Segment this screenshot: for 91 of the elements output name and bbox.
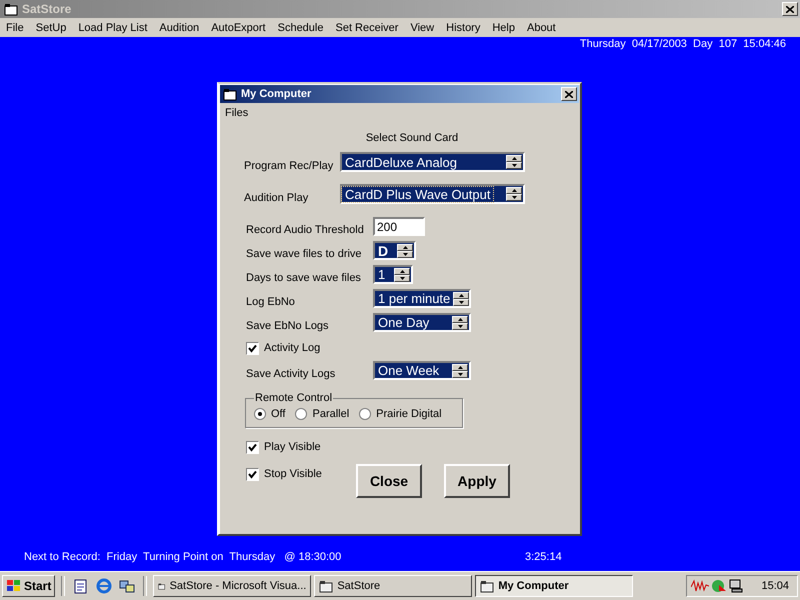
- checkbox-label: Play Visible: [264, 441, 321, 453]
- down-arrow-icon: [458, 300, 464, 304]
- close-icon: [565, 90, 573, 98]
- down-arrow-icon: [402, 252, 408, 256]
- spin-up-button[interactable]: [506, 187, 522, 194]
- sound-card-selector[interactable]: CardDeluxe Analog: [340, 152, 525, 172]
- timer-text: 3:25:14: [525, 551, 562, 563]
- checkbox-label: Activity Log: [264, 342, 320, 354]
- radio-button[interactable]: [359, 408, 372, 420]
- spin-up-button[interactable]: [453, 292, 470, 298]
- menu-item[interactable]: Audition: [159, 22, 200, 34]
- field-label: Save Activity Logs: [246, 368, 336, 380]
- menu-item[interactable]: Help: [492, 22, 515, 34]
- up-arrow-icon: [512, 189, 516, 192]
- folder-icon: [4, 2, 18, 16]
- taskbar-button[interactable]: My Computer: [475, 575, 634, 597]
- sound-card-selector[interactable]: CardD Plus Wave Output: [340, 184, 525, 204]
- folder-icon: [223, 88, 237, 100]
- field-label: Program Rec/Play: [244, 160, 334, 172]
- up-arrow-icon: [458, 318, 462, 320]
- menu-item[interactable]: SetUp: [36, 22, 66, 34]
- menu-item[interactable]: File: [6, 22, 24, 34]
- close-button[interactable]: [782, 2, 798, 16]
- up-arrow-icon: [400, 270, 405, 272]
- notepad-icon[interactable]: [73, 578, 90, 594]
- close-button[interactable]: [561, 87, 577, 101]
- menu-item[interactable]: Files: [225, 107, 248, 119]
- tray-clock: 15:04: [761, 580, 789, 592]
- up-arrow-icon: [512, 157, 516, 160]
- field-label: Days to save wave files: [246, 272, 362, 284]
- spin-down-button[interactable]: [506, 162, 522, 169]
- menu-item[interactable]: About: [526, 22, 556, 34]
- checkbox[interactable]: [246, 440, 259, 454]
- down-arrow-icon: [512, 196, 516, 199]
- spin-up-button[interactable]: [394, 268, 410, 274]
- spin-selector[interactable]: 1: [373, 265, 414, 284]
- windows-flag-icon: [6, 579, 22, 593]
- radio-button[interactable]: [254, 408, 266, 420]
- field-label: Save wave files to drive: [246, 248, 363, 260]
- taskbar-button[interactable]: SatStore: [314, 575, 472, 597]
- radio-button[interactable]: [295, 408, 308, 420]
- dialog-button[interactable]: Apply: [444, 464, 510, 498]
- field-label: Audition Play: [244, 192, 310, 204]
- down-arrow-icon: [400, 276, 405, 280]
- down-arrow-icon: [458, 324, 462, 328]
- group-title: Remote Control: [254, 392, 334, 404]
- field-label: Save EbNo Logs: [246, 320, 330, 332]
- menu-item[interactable]: AutoExport: [211, 22, 266, 34]
- field-label: Record Audio Threshold: [246, 224, 365, 236]
- menu-item[interactable]: Set Receiver: [335, 22, 398, 34]
- up-arrow-icon: [402, 246, 408, 248]
- spin-selector[interactable]: One Day: [373, 313, 471, 332]
- menu-item[interactable]: History: [446, 22, 480, 34]
- radio-label: Prairie Digital: [376, 408, 442, 420]
- dialog-title: My Computer: [241, 88, 312, 100]
- browser-icon[interactable]: [96, 578, 112, 594]
- checkbox[interactable]: [246, 468, 259, 480]
- taskbar-button[interactable]: SatStore - Microsoft Visua...: [153, 575, 312, 597]
- window-title: SatStore: [22, 2, 72, 16]
- waveform-icon[interactable]: [691, 579, 710, 593]
- spin-up-button[interactable]: [397, 244, 414, 250]
- dialog-button[interactable]: Close: [356, 464, 422, 498]
- down-arrow-icon: [458, 372, 462, 376]
- menu-item[interactable]: View: [410, 22, 434, 34]
- spin-selector[interactable]: 1 per minute: [373, 289, 471, 308]
- section-heading: Select Sound Card: [366, 132, 458, 144]
- checkbox-label: Stop Visible: [264, 468, 322, 480]
- radio-label: Off: [271, 408, 286, 420]
- menu-item[interactable]: Schedule: [278, 22, 324, 34]
- radio-label: Parallel: [312, 408, 350, 420]
- spin-selector[interactable]: One Week: [373, 361, 471, 380]
- start-button[interactable]: Start: [2, 575, 56, 597]
- up-arrow-icon: [458, 366, 462, 368]
- spin-up-button[interactable]: [452, 364, 468, 370]
- spin-selector[interactable]: D: [373, 241, 416, 260]
- spin-up-button[interactable]: [506, 155, 522, 162]
- up-arrow-icon: [458, 294, 464, 296]
- folder-icon: [319, 580, 334, 592]
- spin-down-button[interactable]: [506, 194, 522, 201]
- sync-icon[interactable]: [119, 578, 136, 594]
- checkbox[interactable]: [246, 342, 259, 354]
- next-record-text: Next to Record: Friday Turning Point on Thursday @ 18:30:00: [24, 551, 342, 563]
- close-icon: [786, 6, 794, 12]
- down-arrow-icon: [512, 164, 516, 167]
- computer-icon[interactable]: [729, 579, 744, 593]
- clock-text: Thursday 04/17/2003 Day 107 15:04:46: [580, 38, 786, 52]
- menu-item[interactable]: Load Play List: [78, 22, 148, 34]
- spin-up-button[interactable]: [452, 316, 468, 322]
- folder-icon: [480, 580, 494, 592]
- field-label: Log EbNo: [246, 296, 296, 308]
- threshold-input[interactable]: 200: [373, 217, 425, 236]
